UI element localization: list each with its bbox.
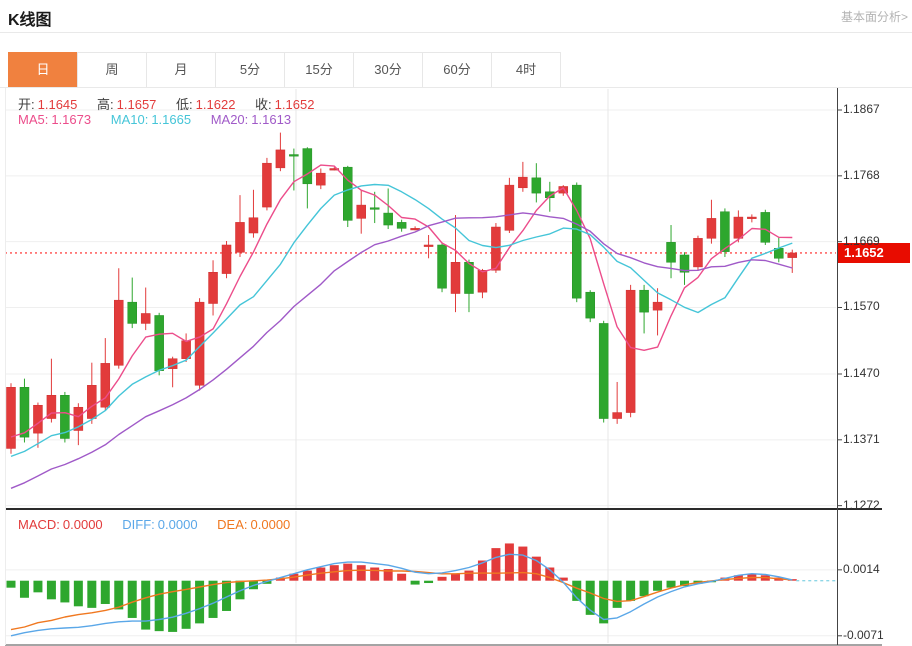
diff-value-readout: DIFF:0.0000 — [122, 517, 197, 532]
macd-readout: MACD:0.0000 DIFF:0.0000 DEA:0.0000 — [18, 517, 306, 532]
macd-axis-label: -0.0071 — [843, 628, 884, 642]
ma20-readout: MA20:1.1613 — [211, 112, 291, 127]
high-readout: 高:1.1657 — [97, 97, 156, 112]
price-axis-label: 1.1371 — [843, 432, 880, 446]
kline-app: K线图 基本面分析> 日周月5分15分30分60分4时 开:1.1645 高:1… — [0, 0, 912, 646]
close-readout: 收:1.1652 — [255, 97, 314, 112]
macd-value-readout: MACD:0.0000 — [18, 517, 103, 532]
open-readout: 开:1.1645 — [18, 97, 77, 112]
chart-left-border — [5, 88, 6, 645]
price-axis-label: 1.1867 — [843, 102, 880, 116]
ma10-readout: MA10:1.1665 — [111, 112, 191, 127]
price-axis-label: 1.1470 — [843, 366, 880, 380]
dea-value-readout: DEA:0.0000 — [217, 517, 290, 532]
ma5-readout: MA5:1.1673 — [18, 112, 91, 127]
ma-readout: MA5:1.1673 MA10:1.1665 MA20:1.1613 — [18, 112, 307, 127]
price-axis-label: 1.1272 — [843, 498, 880, 512]
ohlc-readout: 开:1.1645 高:1.1657 低:1.1622 收:1.1652 — [18, 94, 330, 113]
price-axis-label: 1.1570 — [843, 299, 880, 313]
price-axis-label: 1.1768 — [843, 168, 880, 182]
price-axis-label: 1.1669 — [843, 234, 880, 248]
macd-axis-label: 0.0014 — [843, 562, 880, 576]
low-readout: 低:1.1622 — [176, 97, 235, 112]
